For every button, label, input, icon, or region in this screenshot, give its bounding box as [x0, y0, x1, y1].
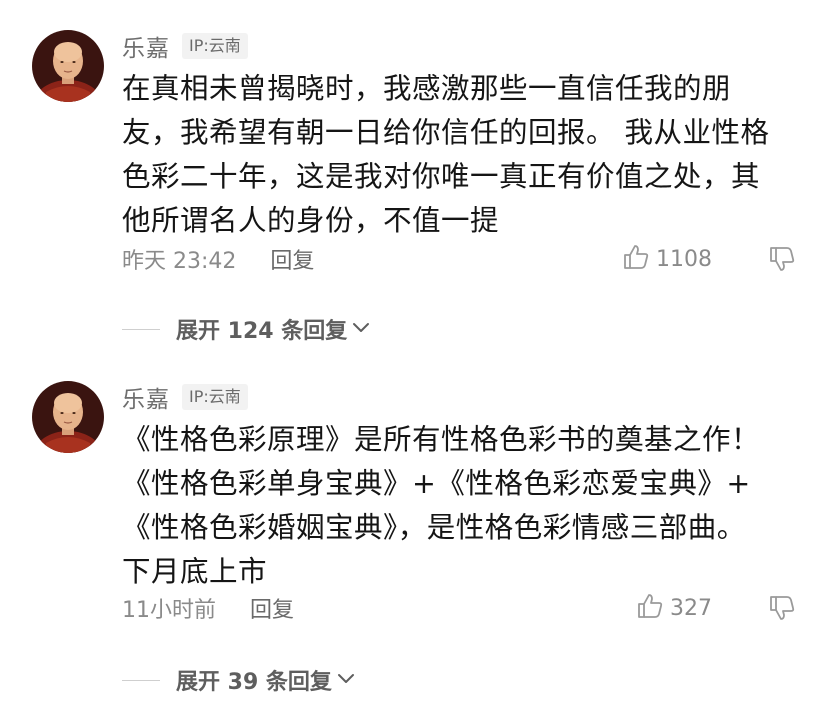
divider: [122, 679, 160, 681]
like-button[interactable]: 1108: [622, 243, 712, 275]
comment-meta: 昨天 23:42 回复 1108: [122, 241, 802, 277]
reply-button[interactable]: 回复: [250, 592, 294, 624]
thumbs-down-icon: [768, 596, 796, 626]
timestamp: 11小时前: [122, 598, 216, 623]
comment-text-line: 色彩二十年，这是我对你唯一真正有价值之处，其: [122, 160, 761, 193]
like-button[interactable]: 327: [636, 592, 712, 624]
avatar[interactable]: [32, 381, 104, 453]
chevron-down-icon: [351, 320, 371, 339]
ip-location-badge: IP:云南: [182, 384, 248, 410]
author-row: 乐嘉 IP:云南: [122, 381, 248, 413]
timestamp: 昨天 23:42: [122, 249, 237, 274]
comment-text-line: 《性格色彩原理》是所有性格色彩书的奠基之作！: [122, 423, 761, 456]
dislike-button[interactable]: [768, 245, 796, 277]
author-row: 乐嘉 IP:云南: [122, 30, 248, 62]
comment-text-line: 《性格色彩单身宝典》+《性格色彩恋爱宝典》+: [122, 467, 751, 500]
comment-text: 在真相未曾揭晓时，我感激那些一直信任我的朋 友，我希望有朝一日给你信任的回报。 …: [122, 67, 802, 243]
ip-location-badge: IP:云南: [182, 33, 248, 59]
avatar[interactable]: [32, 30, 104, 102]
expand-replies-label: 展开 124 条回复: [176, 319, 348, 344]
expand-replies-label: 展开 39 条回复: [176, 670, 332, 695]
expand-replies-button[interactable]: 展开 39 条回复: [122, 663, 356, 697]
divider: [122, 328, 160, 330]
comment-text-line: 《性格色彩婚姻宝典》，是性格色彩情感三部曲。: [122, 511, 746, 544]
comment-text-line: 下月底上市: [122, 555, 268, 588]
comment-text-line: 他所谓名人的身份，不值一提: [122, 204, 500, 237]
chevron-down-icon: [336, 671, 356, 690]
like-count: 327: [670, 595, 712, 621]
thumbs-up-icon: [622, 243, 650, 275]
comment-text-line: 友，我希望有朝一日给你信任的回报。 我从业性格: [122, 116, 770, 149]
thumbs-up-icon: [636, 592, 664, 624]
author-name[interactable]: 乐嘉: [122, 380, 170, 414]
comment-item: 乐嘉 IP:云南 《性格色彩原理》是所有性格色彩书的奠基之作！ 《性格色彩单身宝…: [0, 355, 828, 714]
author-name[interactable]: 乐嘉: [122, 29, 170, 63]
dislike-button[interactable]: [768, 594, 796, 626]
thumbs-down-icon: [768, 247, 796, 277]
comment-text-line: 在真相未曾揭晓时，我感激那些一直信任我的朋: [122, 72, 732, 105]
comment-item: 乐嘉 IP:云南 在真相未曾揭晓时，我感激那些一直信任我的朋 友，我希望有朝一日…: [0, 0, 828, 355]
comment-text: 《性格色彩原理》是所有性格色彩书的奠基之作！ 《性格色彩单身宝典》+《性格色彩恋…: [122, 418, 802, 594]
like-count: 1108: [656, 246, 712, 272]
comment-meta: 11小时前 回复 327: [122, 590, 802, 626]
expand-replies-button[interactable]: 展开 124 条回复: [122, 312, 371, 346]
reply-button[interactable]: 回复: [270, 243, 314, 275]
